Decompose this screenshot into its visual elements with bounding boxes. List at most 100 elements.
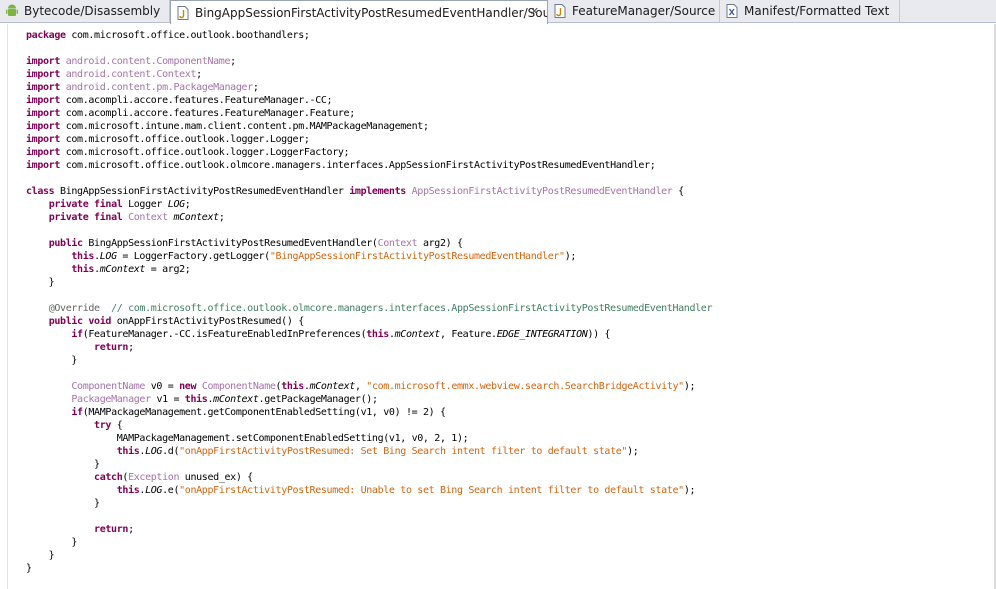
code-line: import com.microsoft.office.outlook.olmc… <box>26 159 712 172</box>
code-token: if <box>71 407 83 418</box>
code-token: ; <box>196 69 202 80</box>
code-token: "com.microsoft.emmx.webview.search.Searc… <box>366 381 684 392</box>
tab-label: FeatureManager/Source <box>572 4 716 18</box>
code-token: try <box>94 420 117 431</box>
code-token: mContext <box>394 329 441 340</box>
close-icon[interactable]: ✕ <box>530 5 539 18</box>
java-file-icon <box>554 4 566 18</box>
code-line: } <box>26 497 712 510</box>
tab-bing-source[interactable]: BingAppSessionFirstActivityPostResumedEv… <box>170 0 548 24</box>
code-token: .e( <box>162 485 180 496</box>
code-token: ComponentName <box>201 381 276 392</box>
code-token: com.microsoft.office.outlook.logger.Logg… <box>65 134 310 145</box>
code-token: EDGE_INTEGRATION <box>496 329 588 340</box>
code-token: v1 = <box>156 394 185 405</box>
code-token: public void <box>48 316 117 327</box>
code-token: this <box>281 381 304 392</box>
code-token: arg2) { <box>422 238 463 249</box>
code-line: this.LOG.d("onAppFirstActivityPostResume… <box>26 445 712 458</box>
code-token: android.content.Context <box>65 69 197 80</box>
code-line: private final Context mContext; <box>26 211 712 224</box>
code-token: ; <box>128 524 134 535</box>
code-token: ; <box>128 342 134 353</box>
code-token: "BingAppSessionFirstActivityPostResumedE… <box>269 251 565 262</box>
code-line: private final Logger LOG; <box>26 198 712 211</box>
code-token: = arg2; <box>150 264 191 275</box>
code-line: import com.acompli.accore.features.Featu… <box>26 94 712 107</box>
code-token: = LoggerFactory.getLogger( <box>122 251 270 262</box>
code-line: ComponentName v0 = new ComponentName(thi… <box>26 380 712 393</box>
tab-featuremanager-source[interactable]: FeatureManager/Source <box>548 0 720 22</box>
code-token: catch <box>94 472 123 483</box>
code-line: import android.content.Context; <box>26 68 712 81</box>
code-token: unused_ex) { <box>184 472 253 483</box>
code-token: (FeatureManager.-CC.isFeatureEnabledInPr… <box>82 329 367 340</box>
code-line: @Override // com.microsoft.office.outloo… <box>26 302 713 315</box>
code-line: } <box>26 562 712 575</box>
code-token: this <box>184 394 208 405</box>
code-token: ; <box>218 212 225 223</box>
code-token: this <box>71 251 95 262</box>
source-editor[interactable]: package com.microsoft.office.outlook.boo… <box>0 24 996 589</box>
tab-label: Bytecode/Disassembly <box>24 4 161 18</box>
editor-gutter <box>0 24 8 589</box>
code-line: import com.microsoft.office.outlook.logg… <box>26 133 712 146</box>
editor-tab-bar: Bytecode/Disassembly BingAppSessionFirst… <box>0 0 996 24</box>
code-token: mContext <box>173 212 219 223</box>
code-line: import android.content.ComponentName; <box>26 55 712 68</box>
code-line: if(FeatureManager.-CC.isFeatureEnabledIn… <box>26 328 712 341</box>
code-token: onAppFirstActivityPostResumed() { <box>116 316 304 327</box>
code-token: .d( <box>162 446 180 457</box>
code-token: BingAppSessionFirstActivityPostResumedEv… <box>60 186 350 197</box>
code-token: import <box>26 56 66 67</box>
code-token: import <box>26 160 66 171</box>
code-token: , Feature. <box>439 329 497 340</box>
code-token: import <box>26 121 66 132</box>
code-token: mContext <box>213 394 259 405</box>
code-line: import com.microsoft.office.outlook.logg… <box>26 146 712 159</box>
code-line: MAMPackageManagement.setComponentEnabled… <box>26 432 712 445</box>
code-token: (MAMPackageManagement.getComponentEnable… <box>82 407 446 418</box>
code-token: v0 = <box>150 381 180 392</box>
code-token: com.microsoft.office.outlook.boothandler… <box>71 30 310 41</box>
code-token: android.content.pm.PackageManager <box>65 82 253 93</box>
code-token: private final <box>48 212 129 223</box>
code-area[interactable]: package com.microsoft.office.outlook.boo… <box>26 29 713 575</box>
code-line: import android.content.pm.PackageManager… <box>26 81 712 94</box>
code-token: Exception <box>128 472 185 483</box>
android-icon <box>6 4 18 16</box>
code-line: if(MAMPackageManagement.getComponentEnab… <box>26 406 712 419</box>
code-token: LOG <box>145 485 163 496</box>
code-line: } <box>26 458 712 471</box>
code-token: import <box>26 134 66 145</box>
code-token: } <box>26 537 78 548</box>
tab-manifest-formatted-text[interactable]: Manifest/Formatted Text <box>720 0 900 22</box>
code-line: this.LOG.e("onAppFirstActivityPostResume… <box>26 484 712 497</box>
code-token: implements <box>349 186 412 197</box>
code-token: PackageManager <box>71 394 157 405</box>
code-line: catch(Exception unused_ex) { <box>26 471 712 484</box>
code-line: return; <box>26 523 712 536</box>
code-token: ComponentName <box>71 381 151 392</box>
java-file-icon <box>177 5 189 20</box>
tab-bytecode-disassembly[interactable]: Bytecode/Disassembly <box>0 0 170 22</box>
xml-file-icon <box>726 4 738 18</box>
code-line: } <box>26 549 712 562</box>
code-token: com.microsoft.office.outlook.olmcore.man… <box>65 160 656 171</box>
code-token: if <box>71 329 83 340</box>
code-token: LOG <box>167 199 185 210</box>
